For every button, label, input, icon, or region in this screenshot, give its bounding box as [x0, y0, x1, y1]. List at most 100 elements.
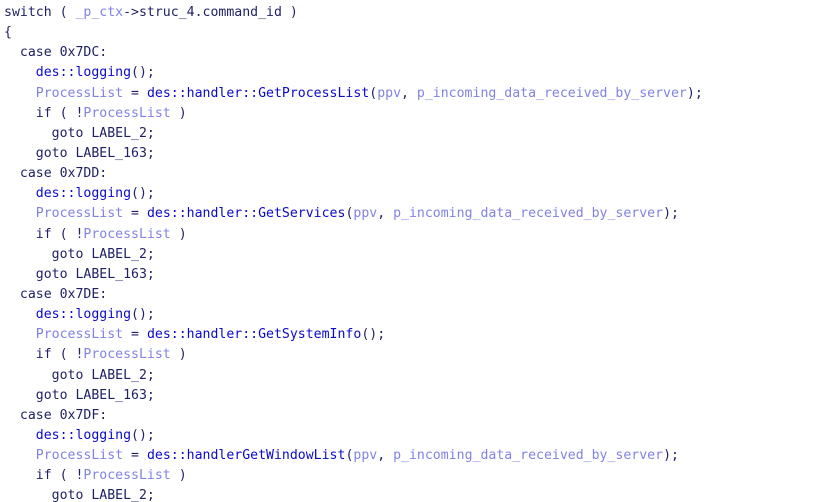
- code-token-punc: );: [663, 448, 679, 464]
- code-line[interactable]: goto LABEL_163;: [4, 265, 833, 285]
- code-token-kw: if ( !: [35, 468, 84, 484]
- code-token-lbl[interactable]: LABEL_2;: [91, 368, 155, 383]
- code-token-var[interactable]: ProcessList: [36, 206, 123, 221]
- code-line[interactable]: des::logging();: [4, 63, 833, 83]
- code-token-var[interactable]: _p_ctx: [75, 5, 123, 20]
- code-token-punc: );: [663, 206, 679, 222]
- code-token-var[interactable]: ProcessList: [83, 347, 170, 362]
- code-token-kw: goto: [51, 488, 92, 502]
- code-token-fn[interactable]: des::logging: [36, 307, 131, 322]
- code-token-punc: ): [170, 226, 187, 242]
- code-token-var[interactable]: ProcessList: [83, 227, 170, 242]
- code-line[interactable]: if ( !ProcessList ): [4, 104, 833, 124]
- pseudocode-listing[interactable]: switch ( _p_ctx->struc_4.command_id ) { c…: [0, 0, 833, 502]
- code-token-var[interactable]: p_incoming_data_received_by_server: [393, 206, 663, 221]
- code-token-kw: goto: [35, 266, 76, 282]
- code-token-var[interactable]: p_incoming_data_received_by_server: [393, 448, 663, 463]
- code-token-kw: if ( !: [35, 105, 84, 121]
- code-line[interactable]: goto LABEL_163;: [4, 386, 833, 406]
- code-token-kw: goto: [51, 246, 92, 262]
- code-token-punc: ();: [131, 65, 155, 81]
- code-token-kw: goto: [51, 367, 92, 383]
- code-token-var[interactable]: ProcessList: [36, 448, 123, 463]
- code-line[interactable]: {: [4, 23, 833, 43]
- code-token-punc: ): [170, 468, 187, 484]
- code-line[interactable]: if ( !ProcessList ): [4, 225, 833, 245]
- code-line[interactable]: goto LABEL_2;: [4, 124, 833, 144]
- code-token-var[interactable]: ProcessList: [83, 106, 170, 121]
- code-line[interactable]: if ( !ProcessList ): [4, 345, 833, 365]
- code-line[interactable]: case 0x7DC:: [4, 43, 833, 63]
- code-token-fn[interactable]: des::handler::GetSystemInfo: [147, 327, 361, 342]
- code-line[interactable]: case 0x7DF:: [4, 406, 833, 426]
- code-token-var[interactable]: ProcessList: [83, 468, 170, 483]
- code-token-kw: goto: [35, 145, 76, 161]
- code-line[interactable]: ProcessList = des::handler::GetServices(…: [4, 204, 833, 224]
- code-token-punc: );: [686, 85, 703, 101]
- code-line[interactable]: goto LABEL_2;: [4, 366, 833, 386]
- code-token-punc: =: [123, 85, 147, 101]
- code-line[interactable]: if ( !ProcessList ): [4, 466, 833, 486]
- code-line[interactable]: goto LABEL_163;: [4, 144, 833, 164]
- code-token-num: 0x7DF:: [59, 407, 108, 423]
- code-token-lbl[interactable]: LABEL_163;: [75, 388, 154, 403]
- code-token-fn[interactable]: des::logging: [36, 65, 131, 80]
- code-token-lbl[interactable]: LABEL_2;: [91, 488, 155, 502]
- code-token-punc: =: [123, 448, 147, 464]
- code-token-var[interactable]: p_incoming_data_received_by_server: [417, 86, 687, 101]
- code-token-fn[interactable]: des::logging: [36, 186, 131, 201]
- code-token-var[interactable]: ProcessList: [36, 327, 123, 342]
- code-token-lbl[interactable]: LABEL_2;: [91, 126, 155, 141]
- code-token-fn[interactable]: des::handler::GetProcessList: [147, 86, 369, 101]
- code-token-num: 0x7DD:: [59, 166, 108, 182]
- code-line[interactable]: ProcessList = des::handlerGetWindowList(…: [4, 446, 833, 466]
- code-token-kw: goto: [35, 387, 76, 403]
- code-token-fn[interactable]: des::handler::GetServices: [147, 206, 346, 221]
- code-line[interactable]: switch ( _p_ctx->struc_4.command_id ): [4, 3, 833, 23]
- code-token-lbl[interactable]: LABEL_2;: [91, 247, 155, 262]
- code-line[interactable]: des::logging();: [4, 426, 833, 446]
- code-token-fn[interactable]: des::handlerGetWindowList: [147, 448, 346, 463]
- code-token-punc: (: [369, 85, 378, 101]
- code-line[interactable]: goto LABEL_2;: [4, 486, 833, 502]
- code-token-var[interactable]: ProcessList: [36, 86, 123, 101]
- code-token-punc: =: [123, 206, 147, 222]
- code-line[interactable]: des::logging();: [4, 305, 833, 325]
- code-token-num: 0x7DE:: [59, 286, 108, 302]
- code-line[interactable]: ProcessList = des::handler::GetSystemInf…: [4, 325, 833, 345]
- code-token-var[interactable]: ppv: [353, 448, 377, 463]
- code-token-punc: ): [170, 105, 187, 121]
- code-line[interactable]: des::logging();: [4, 184, 833, 204]
- code-token-lbl[interactable]: LABEL_163;: [75, 146, 154, 161]
- code-line[interactable]: ProcessList = des::handler::GetProcessLi…: [4, 84, 833, 104]
- code-line[interactable]: case 0x7DE:: [4, 285, 833, 305]
- code-token-punc: ();: [131, 186, 155, 202]
- code-token-lbl[interactable]: LABEL_163;: [75, 267, 154, 282]
- code-token-kw: if ( !: [35, 226, 84, 242]
- code-line[interactable]: case 0x7DD:: [4, 164, 833, 184]
- code-token-fn[interactable]: des::logging: [36, 428, 131, 443]
- code-token-var[interactable]: ppv: [353, 206, 377, 221]
- code-line[interactable]: goto LABEL_2;: [4, 245, 833, 265]
- code-token-punc: ();: [131, 307, 155, 323]
- code-token-punc: ();: [361, 327, 386, 343]
- code-token-kw: case: [19, 286, 60, 302]
- code-token-punc: {: [4, 25, 12, 41]
- code-token-punc: ->struc_4.command_id ): [123, 5, 298, 20]
- code-token-var[interactable]: ppv: [377, 86, 401, 101]
